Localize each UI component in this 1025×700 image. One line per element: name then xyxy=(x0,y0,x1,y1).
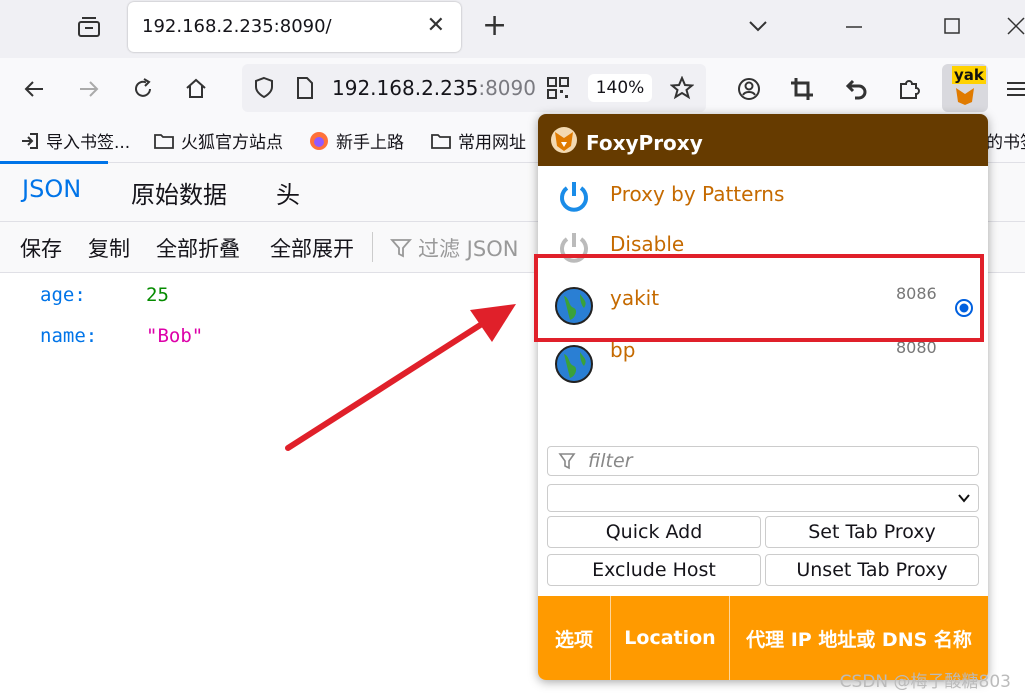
firefox-icon xyxy=(310,131,328,150)
chevron-down-icon xyxy=(958,494,970,503)
json-filter-field[interactable]: 过滤 JSON xyxy=(390,233,518,263)
crop-icon[interactable] xyxy=(786,73,818,105)
location-button[interactable]: Location xyxy=(611,596,730,680)
tab-title: 192.168.2.235:8090/ xyxy=(142,16,332,37)
filter-placeholder: filter xyxy=(588,450,633,472)
foxyproxy-extension-icon[interactable]: yak xyxy=(942,64,988,112)
url-bar[interactable]: 192.168.2.235:8090 140% xyxy=(242,64,706,112)
close-tab-icon[interactable]: ✕ xyxy=(427,13,445,38)
options-button[interactable]: 选项 xyxy=(538,596,611,680)
bookmark-label: 导入书签... xyxy=(46,133,131,153)
bookmark-import[interactable]: 导入书签... xyxy=(20,128,130,153)
save-button[interactable]: 保存 xyxy=(20,233,62,263)
url-host: 192.168.2.235 xyxy=(332,76,479,100)
bookmark-other[interactable]: 的书签 xyxy=(986,128,1025,153)
expand-all-button[interactable]: 全部展开 xyxy=(270,233,354,263)
reload-icon[interactable] xyxy=(127,73,159,105)
bookmark-label: 常用网址 xyxy=(458,133,526,153)
bookmark-firefox-official[interactable]: 火狐官方站点 xyxy=(153,128,283,153)
active-tab[interactable]: 192.168.2.235:8090/ ✕ xyxy=(128,2,461,52)
url-port: :8090 xyxy=(478,76,536,100)
bookmark-label: 新手上路 xyxy=(336,133,404,153)
copy-button[interactable]: 复制 xyxy=(88,233,130,263)
proxy-filter-input[interactable]: filter xyxy=(547,446,979,476)
qr-code-icon[interactable] xyxy=(546,76,570,104)
navigation-toolbar: 192.168.2.235:8090 140% yak xyxy=(0,58,1025,120)
tab-raw-data[interactable]: 原始数据 xyxy=(131,175,227,210)
page-info-icon[interactable] xyxy=(294,76,316,104)
url-text[interactable]: 192.168.2.235:8090 xyxy=(332,76,536,100)
folder-icon xyxy=(431,133,451,149)
tab-headers[interactable]: 头 xyxy=(276,175,300,210)
folder-icon xyxy=(154,133,174,149)
foxyproxy-title: FoxyProxy xyxy=(586,131,703,155)
bookmark-label: 火狐官方站点 xyxy=(181,133,283,153)
foxyproxy-popup: FoxyProxy Proxy by Patterns Disable yaki… xyxy=(538,114,988,680)
json-value: "Bob" xyxy=(146,325,204,347)
home-icon[interactable] xyxy=(180,73,212,105)
set-tab-proxy-button[interactable]: Set Tab Proxy xyxy=(765,516,979,548)
bookmark-getting-started[interactable]: 新手上路 xyxy=(308,128,404,153)
proxy-item-bp[interactable]: bp 8080 xyxy=(538,336,988,386)
bookmark-star-icon[interactable] xyxy=(669,75,695,104)
window-close-icon[interactable] xyxy=(1004,14,1025,42)
extensions-puzzle-icon[interactable] xyxy=(894,73,926,105)
collapse-all-button[interactable]: 全部折叠 xyxy=(156,233,240,263)
tab-strip: 192.168.2.235:8090/ ✕ + xyxy=(0,0,1025,58)
filter-funnel-icon xyxy=(390,239,412,258)
json-key: age: xyxy=(40,284,86,306)
maximize-icon[interactable] xyxy=(940,14,964,42)
bookmark-common-sites[interactable]: 常用网址 xyxy=(430,128,526,153)
menu-hamburger-icon[interactable] xyxy=(1003,73,1025,105)
annotation-highlight-box xyxy=(534,254,984,342)
bookmark-label: 的书签 xyxy=(986,133,1025,153)
globe-icon xyxy=(555,345,593,383)
minimize-icon[interactable] xyxy=(842,14,866,42)
extension-badge: yak xyxy=(952,66,986,84)
watermark-text: CSDN @梅子酸糖803 xyxy=(839,672,1011,692)
account-icon[interactable] xyxy=(733,73,765,105)
zoom-indicator[interactable]: 140% xyxy=(588,74,652,102)
quick-add-button[interactable]: Quick Add xyxy=(547,516,761,548)
undo-icon[interactable] xyxy=(840,73,872,105)
power-icon xyxy=(560,182,588,212)
toolbar-divider xyxy=(372,232,373,262)
mode-proxy-by-patterns[interactable]: Proxy by Patterns xyxy=(538,170,988,220)
list-tabs-chevron-icon[interactable] xyxy=(746,14,770,42)
proxy-select-dropdown[interactable] xyxy=(547,484,979,512)
new-tab-button[interactable]: + xyxy=(482,8,507,43)
exclude-host-button[interactable]: Exclude Host xyxy=(547,554,761,586)
back-arrow-icon[interactable] xyxy=(18,73,50,105)
json-filter-placeholder: 过滤 JSON xyxy=(418,237,519,261)
annotation-arrow xyxy=(285,304,516,451)
json-value: 25 xyxy=(146,284,169,306)
unset-tab-proxy-button[interactable]: Unset Tab Proxy xyxy=(765,554,979,586)
active-tab-indicator xyxy=(0,161,108,164)
json-key: name: xyxy=(40,325,98,347)
tab-json[interactable]: JSON xyxy=(22,175,81,203)
fox-logo-icon xyxy=(551,127,577,153)
filter-funnel-icon xyxy=(558,453,576,470)
forward-arrow-icon[interactable] xyxy=(73,73,105,105)
mode-label: Disable xyxy=(610,232,685,256)
mode-label: Proxy by Patterns xyxy=(610,182,785,206)
json-row[interactable]: age: xyxy=(40,284,86,306)
shield-icon[interactable] xyxy=(252,76,276,104)
tab-overview-icon[interactable] xyxy=(76,14,102,40)
foxyproxy-header: FoxyProxy xyxy=(538,114,988,166)
import-icon xyxy=(22,132,38,149)
json-row[interactable]: name: xyxy=(40,325,97,347)
